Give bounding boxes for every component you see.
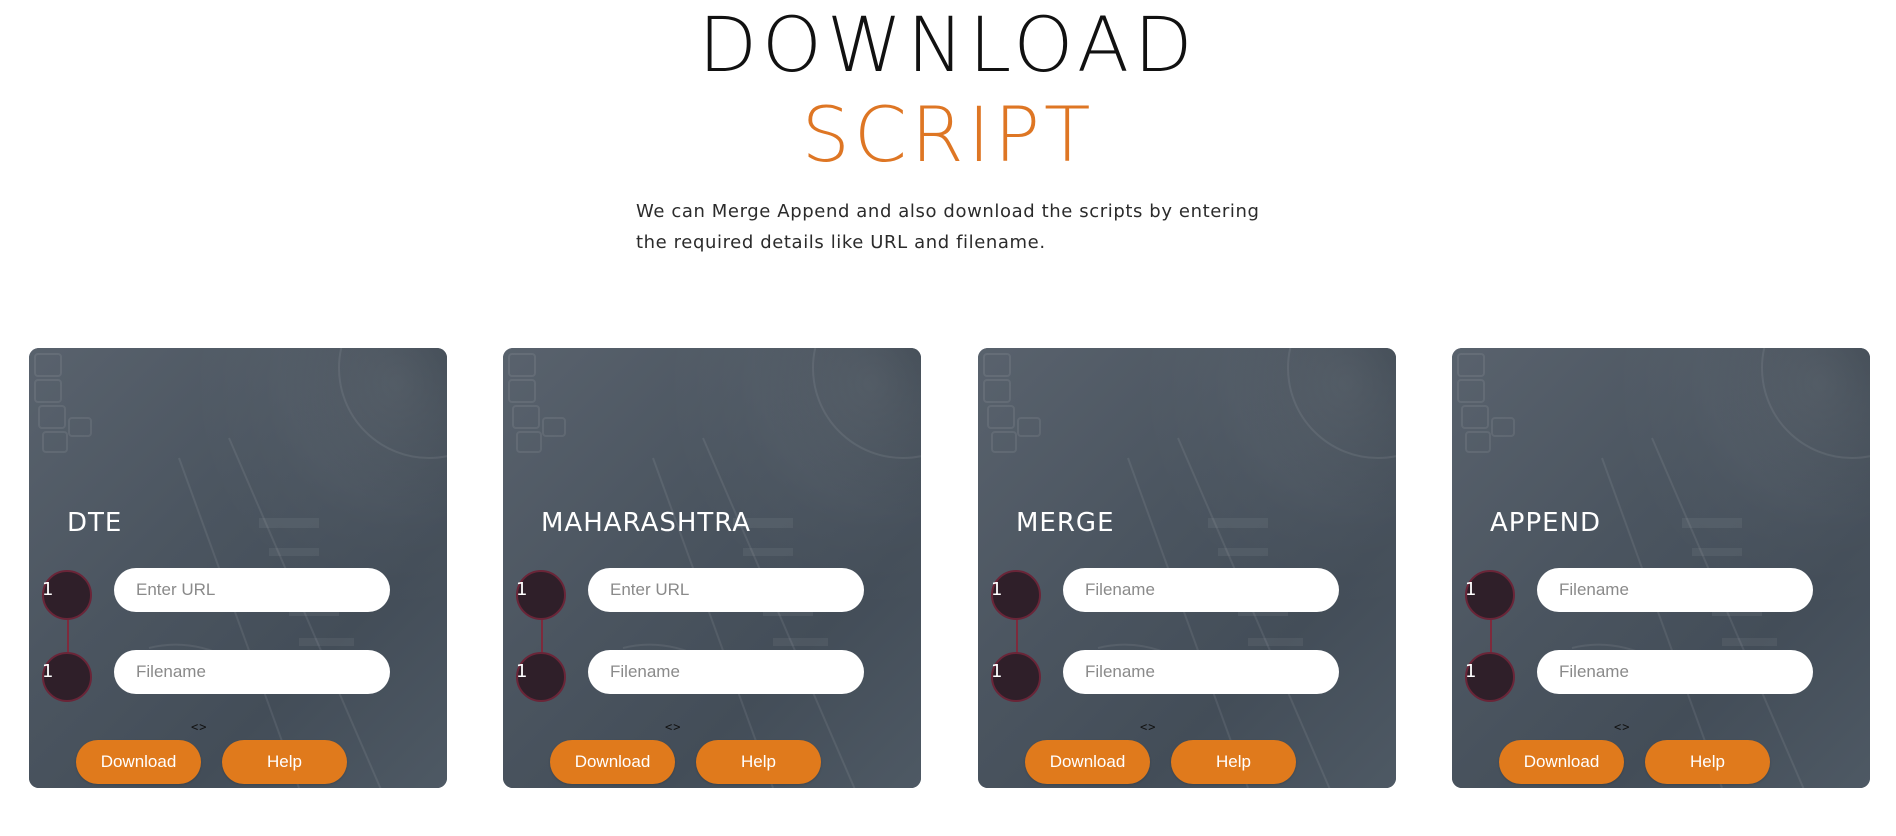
help-button[interactable]: Help <box>222 740 347 784</box>
filename-input[interactable] <box>114 650 390 694</box>
step-number-1: 1 <box>516 579 528 600</box>
page-title-line1: DOWNLOAD <box>698 0 1198 89</box>
code-icon: <> <box>191 720 208 734</box>
step-number-1: 1 <box>1465 579 1477 600</box>
step-number-2: 1 <box>516 661 528 682</box>
url-input[interactable] <box>114 568 390 612</box>
filename-input-1[interactable] <box>1537 568 1813 612</box>
download-button[interactable]: Download <box>550 740 675 784</box>
filename-input-2[interactable] <box>1063 650 1339 694</box>
help-button[interactable]: Help <box>696 740 821 784</box>
filename-input[interactable] <box>588 650 864 694</box>
help-button[interactable]: Help <box>1645 740 1770 784</box>
step-number-2: 1 <box>42 661 54 682</box>
code-icon: <> <box>665 720 682 734</box>
page-description: We can Merge Append and also download th… <box>636 201 1260 253</box>
card-title: MERGE <box>1016 508 1115 538</box>
code-icon: <> <box>1614 720 1631 734</box>
card-title: DTE <box>67 508 123 538</box>
card-merge: MERGE 1 1 <> Download Help <box>978 348 1396 788</box>
step-number-1: 1 <box>42 579 54 600</box>
step-number-1: 1 <box>991 579 1003 600</box>
filename-input-2[interactable] <box>1537 650 1813 694</box>
filename-input-1[interactable] <box>1063 568 1339 612</box>
url-input[interactable] <box>588 568 864 612</box>
download-button[interactable]: Download <box>76 740 201 784</box>
card-title: MAHARASHTRA <box>541 508 752 538</box>
card-title: APPEND <box>1490 508 1602 538</box>
code-icon: <> <box>1140 720 1157 734</box>
step-number-2: 1 <box>1465 661 1477 682</box>
step-number-2: 1 <box>991 661 1003 682</box>
card-dte: DTE 1 1 <> Download Help <box>29 348 447 788</box>
help-button[interactable]: Help <box>1171 740 1296 784</box>
download-button[interactable]: Download <box>1025 740 1150 784</box>
card-maharashtra: MAHARASHTRA 1 1 <> Download Help <box>503 348 921 788</box>
page-title-line2: SCRIPT <box>801 90 1095 179</box>
card-append: APPEND 1 1 <> Download Help <box>1452 348 1870 788</box>
download-button[interactable]: Download <box>1499 740 1624 784</box>
